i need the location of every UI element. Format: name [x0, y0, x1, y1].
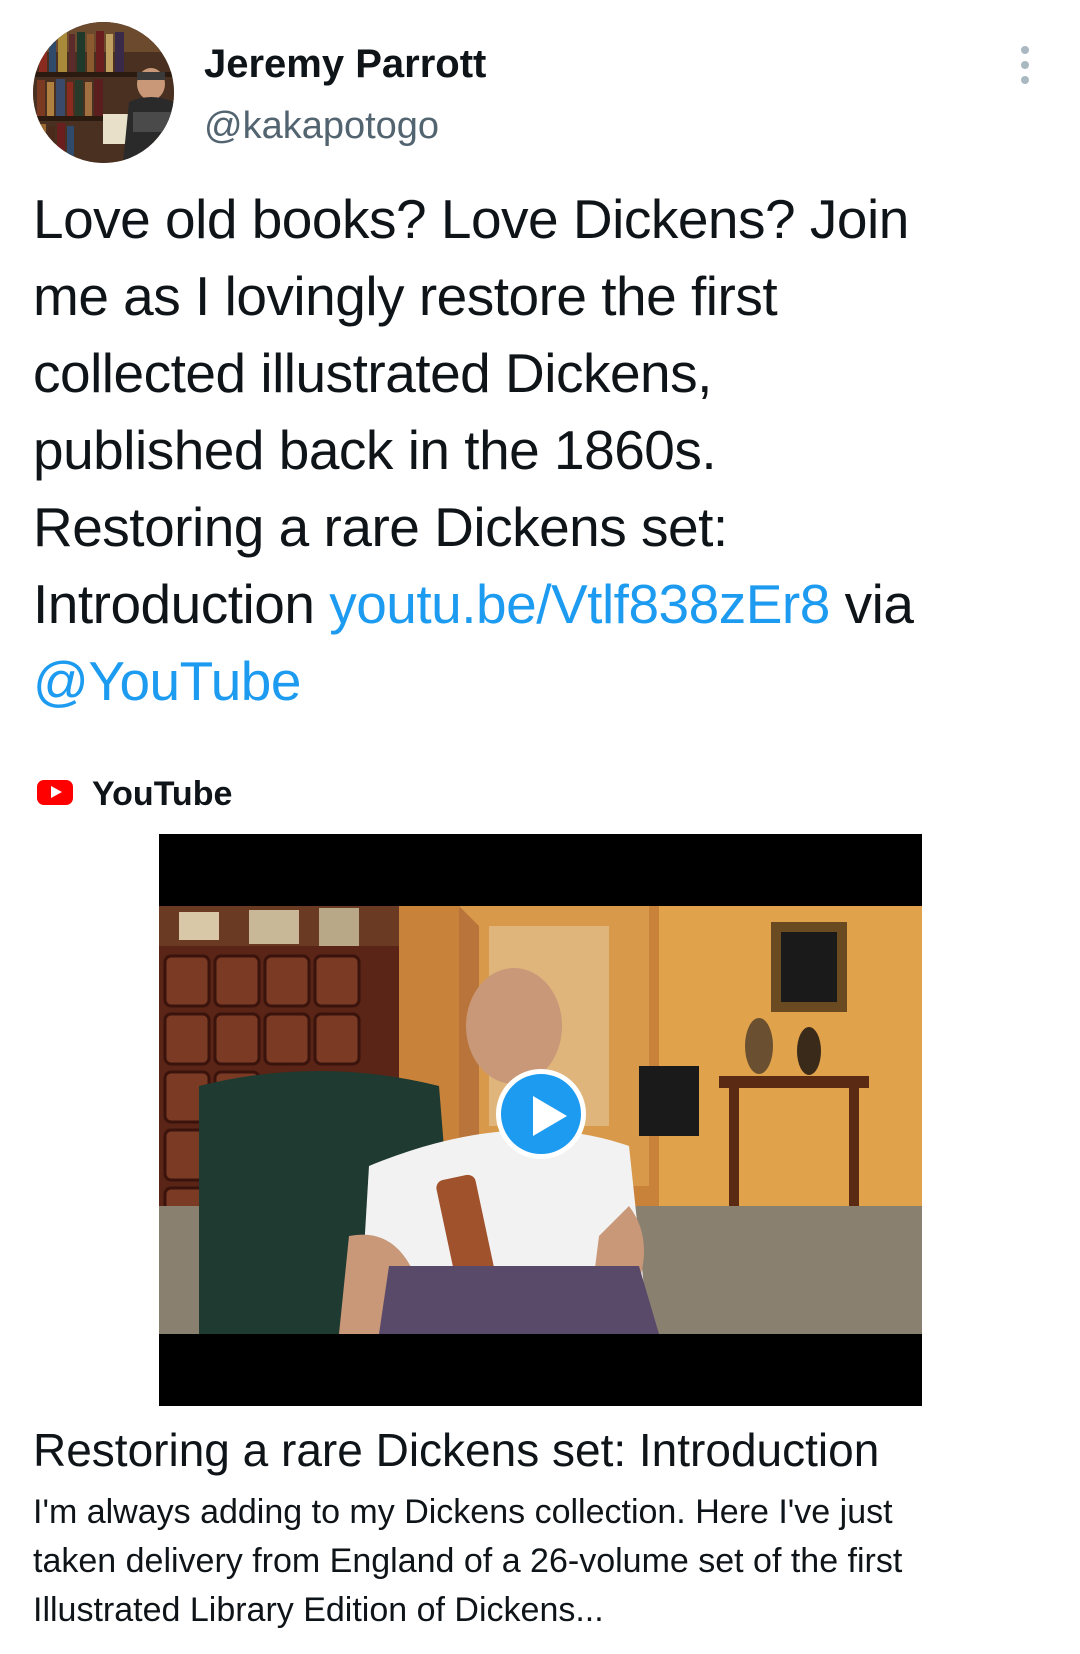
tweet-text-line: me as I lovingly restore the first: [33, 265, 778, 327]
tweet-text: Love old books? Love Dickens? Join me as…: [33, 181, 1058, 720]
author-display-name[interactable]: Jeremy Parrott: [204, 40, 486, 88]
video-link[interactable]: youtu.be/Vtlf838zEr8: [329, 573, 830, 635]
tweet-text-line: collected illustrated Dickens,: [33, 342, 712, 404]
play-icon[interactable]: [496, 1069, 586, 1159]
card-description-line: I'm always adding to my Dickens collecti…: [33, 1493, 893, 1531]
tweet-text-segment: Introduction: [33, 573, 330, 635]
card-description: I'm always adding to my Dickens collecti…: [33, 1488, 1053, 1635]
card-source-label: YouTube: [92, 775, 233, 813]
author-handle[interactable]: @kakapotogo: [204, 103, 439, 149]
youtube-logo-icon: [37, 780, 73, 805]
more-options-icon[interactable]: [1010, 40, 1040, 90]
tweet-text-line: Introduction youtu.be/Vtlf838zEr8 via: [33, 566, 1058, 643]
tweet-text-line: published back in the 1860s.: [33, 419, 717, 481]
avatar-image: [33, 22, 174, 163]
tweet-text-line: @YouTube: [33, 643, 1058, 720]
card-description-line: taken delivery from England of a 26-volu…: [33, 1542, 903, 1580]
tweet-text-line: Love old books? Love Dickens? Join: [33, 188, 909, 250]
video-thumbnail[interactable]: [159, 834, 922, 1406]
youtube-mention-link[interactable]: @YouTube: [33, 650, 301, 712]
card-description-line: Illustrated Library Edition of Dickens..…: [33, 1591, 604, 1629]
card-title[interactable]: Restoring a rare Dickens set: Introducti…: [33, 1421, 879, 1479]
tweet-text-line: Restoring a rare Dickens set:: [33, 496, 728, 558]
author-avatar[interactable]: [33, 22, 174, 163]
tweet-text-segment: via: [829, 573, 914, 635]
